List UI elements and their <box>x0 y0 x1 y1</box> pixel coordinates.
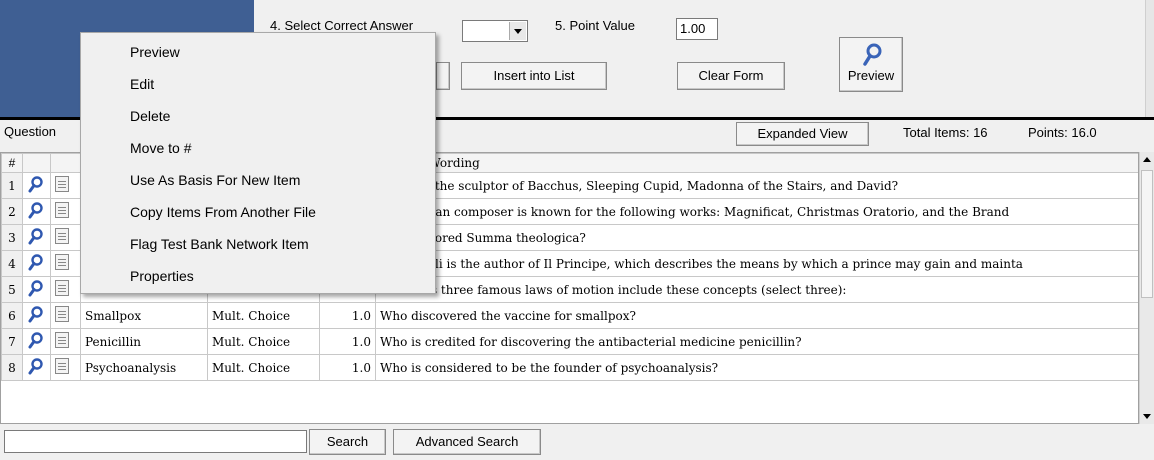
magnifier-icon[interactable] <box>27 227 45 245</box>
menu-item-properties[interactable]: Properties <box>130 268 194 284</box>
menu-item-move-to[interactable]: Move to # <box>130 140 191 156</box>
row-question-wording: Who is credited for discovering the anti… <box>375 328 1138 355</box>
document-icon[interactable] <box>55 332 69 348</box>
chevron-down-icon[interactable] <box>509 22 526 40</box>
points-total: Points: 16.0 <box>1028 125 1097 140</box>
row-preview-cell[interactable] <box>22 328 51 355</box>
row-preview-cell[interactable] <box>22 250 51 277</box>
scroll-down-icon[interactable] <box>1143 414 1151 419</box>
row-number: 7 <box>1 328 23 355</box>
document-icon[interactable] <box>55 280 69 296</box>
select-answer-label: 4. Select Correct Answer <box>270 18 414 33</box>
hidden-button[interactable] <box>436 62 450 90</box>
row-points: 1.0 <box>319 328 376 355</box>
point-value-field[interactable]: 1.00 <box>676 18 718 40</box>
search-input[interactable] <box>4 430 307 453</box>
row-question-wording: Who discovered the vaccine for smallpox? <box>375 302 1138 329</box>
editor-scrollbar[interactable] <box>1145 0 1154 117</box>
document-icon[interactable] <box>55 254 69 270</box>
row-topic: Penicillin <box>80 328 208 355</box>
table-row[interactable]: 7 Penicillin Mult. Choice 1.0 Who is credite… <box>1 328 1138 355</box>
preview-button-label: Preview <box>847 68 895 83</box>
row-number: 8 <box>1 354 23 381</box>
header-question-wording[interactable]: uestion Wording <box>375 153 1138 173</box>
row-question-wording: Who is considered to be the founder of p… <box>375 354 1138 381</box>
row-topic: Psychoanalysis <box>80 354 208 381</box>
document-icon[interactable] <box>55 176 69 192</box>
point-value-label: 5. Point Value <box>555 18 635 33</box>
row-question-wording: his German composer is known for the fol… <box>375 198 1138 225</box>
grid-scrollbar[interactable] <box>1139 152 1154 424</box>
document-icon[interactable] <box>55 228 69 244</box>
row-doc-cell[interactable] <box>50 172 81 199</box>
row-type: Mult. Choice <box>207 302 320 329</box>
row-question-wording: Vho was the sculptor of Bacchus, Sleepin… <box>375 172 1138 199</box>
insert-into-list-button[interactable]: Insert into List <box>461 62 607 90</box>
header-num[interactable]: # <box>1 153 23 173</box>
magnifier-icon[interactable] <box>27 279 45 297</box>
magnifier-icon[interactable] <box>27 201 45 219</box>
table-row[interactable]: 6 Smallpox Mult. Choice 1.0 Who discovered t… <box>1 302 1138 329</box>
magnifier-icon[interactable] <box>27 357 45 375</box>
row-doc-cell[interactable] <box>50 354 81 381</box>
row-number: 3 <box>1 224 23 251</box>
menu-item-use-as-basis[interactable]: Use As Basis For New Item <box>130 172 300 188</box>
total-items-count: Total Items: 16 <box>903 125 988 140</box>
row-preview-cell[interactable] <box>22 172 51 199</box>
magnifier-icon <box>863 43 882 66</box>
correct-answer-select[interactable] <box>462 20 528 42</box>
magnifier-icon[interactable] <box>27 305 45 323</box>
table-row[interactable]: 8 Psychoanalysis Mult. Choice 1.0 Who is con… <box>1 354 1138 381</box>
search-button[interactable]: Search <box>309 429 386 455</box>
magnifier-icon[interactable] <box>27 175 45 193</box>
row-points: 1.0 <box>319 354 376 381</box>
clear-form-button[interactable]: Clear Form <box>677 62 785 90</box>
magnifier-icon[interactable] <box>27 331 45 349</box>
advanced-search-button[interactable]: Advanced Search <box>393 429 541 455</box>
menu-item-flag-network-item[interactable]: Flag Test Bank Network Item <box>130 236 309 252</box>
row-question-wording: Iachiavelli is the author of Il Principe… <box>375 250 1138 277</box>
row-number: 4 <box>1 250 23 277</box>
row-doc-cell[interactable] <box>50 302 81 329</box>
expanded-view-button[interactable]: Expanded View <box>736 122 869 146</box>
document-icon[interactable] <box>55 306 69 322</box>
row-points: 1.0 <box>319 302 376 329</box>
menu-item-copy-items[interactable]: Copy Items From Another File <box>130 204 316 220</box>
row-preview-cell[interactable] <box>22 198 51 225</box>
row-preview-cell[interactable] <box>22 276 51 303</box>
preview-button[interactable]: Preview <box>839 37 903 92</box>
row-doc-cell[interactable] <box>50 328 81 355</box>
row-doc-cell[interactable] <box>50 198 81 225</box>
questions-label: Question <box>4 124 57 139</box>
row-number: 1 <box>1 172 23 199</box>
row-type: Mult. Choice <box>207 354 320 381</box>
row-question-wording: Newton's three famous laws of motion inc… <box>375 276 1138 303</box>
row-topic: Smallpox <box>80 302 208 329</box>
row-doc-cell[interactable] <box>50 250 81 277</box>
row-number: 2 <box>1 198 23 225</box>
row-type: Mult. Choice <box>207 328 320 355</box>
context-menu: Preview Edit Delete Move to # Use As Bas… <box>80 32 436 294</box>
menu-item-delete[interactable]: Delete <box>130 108 170 124</box>
menu-item-edit[interactable]: Edit <box>130 76 154 92</box>
row-number: 5 <box>1 276 23 303</box>
row-preview-cell[interactable] <box>22 354 51 381</box>
row-preview-cell[interactable] <box>22 302 51 329</box>
row-doc-cell[interactable] <box>50 276 81 303</box>
row-doc-cell[interactable] <box>50 224 81 251</box>
document-icon[interactable] <box>55 202 69 218</box>
row-preview-cell[interactable] <box>22 224 51 251</box>
magnifier-icon[interactable] <box>27 253 45 271</box>
row-number: 6 <box>1 302 23 329</box>
document-icon[interactable] <box>55 358 69 374</box>
row-question-wording: Vho authored Summa theologica? <box>375 224 1138 251</box>
scroll-thumb[interactable] <box>1141 170 1153 298</box>
scroll-up-icon[interactable] <box>1143 157 1151 162</box>
menu-item-preview[interactable]: Preview <box>130 44 180 60</box>
